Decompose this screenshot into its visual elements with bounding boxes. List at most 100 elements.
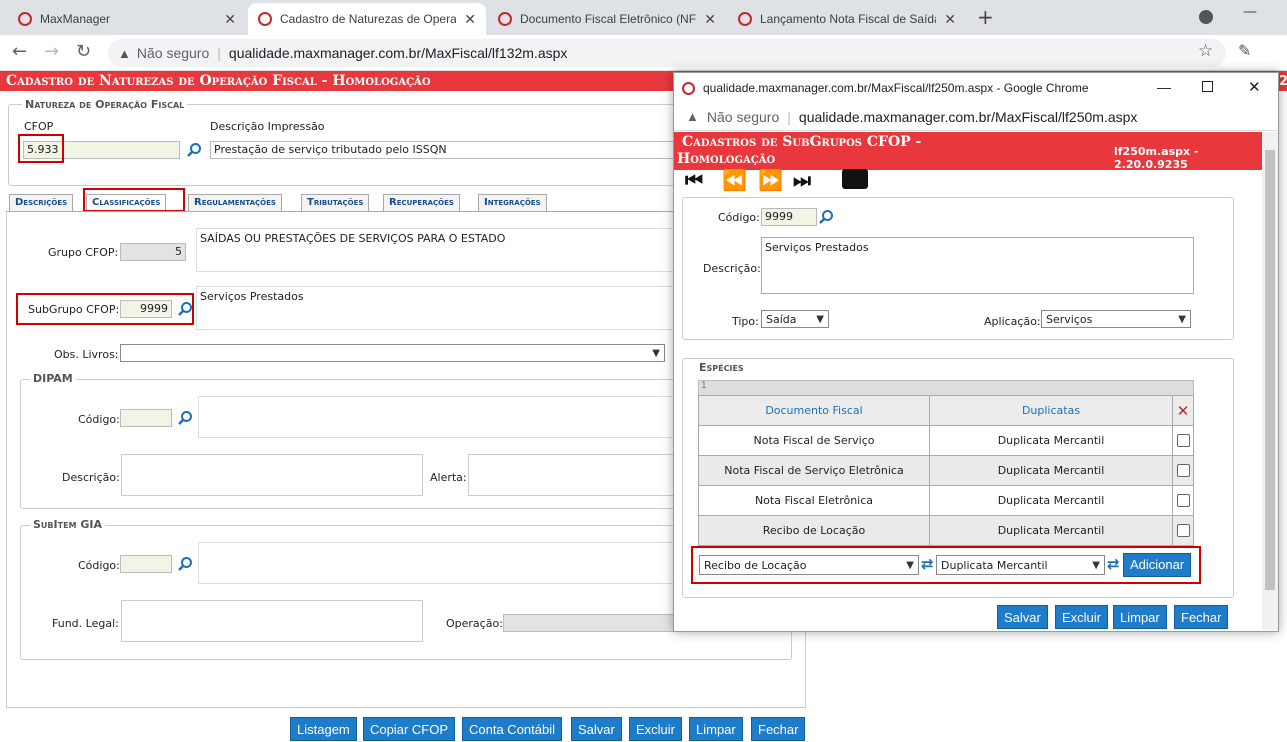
col-documento-fiscal[interactable]: Documento Fiscal: [698, 395, 930, 426]
close-icon[interactable]: ✕: [224, 11, 236, 28]
codigo-input[interactable]: 9999: [761, 208, 817, 226]
tab-label: Cadastro de Naturezas de Opera: [280, 12, 457, 26]
last-record-icon[interactable]: ⏭: [793, 168, 811, 192]
grid-cell-documento: Nota Fiscal Eletrônica: [698, 485, 930, 516]
obs-livros-select[interactable]: ▼: [120, 344, 665, 362]
dipam-alerta-label: Alerta:: [430, 471, 467, 484]
fechar-button[interactable]: Fechar: [1174, 605, 1229, 629]
delete-x-icon[interactable]: ✕: [1172, 395, 1194, 426]
search-icon[interactable]: [177, 556, 193, 572]
gia-fund-legal-textarea[interactable]: [121, 600, 423, 642]
popup-header: Cadastros de SubGrupos CFOP - Homologaçã…: [674, 132, 1262, 171]
refresh-icon[interactable]: ⇄: [1107, 555, 1120, 573]
gia-codigo-input[interactable]: [120, 555, 172, 573]
duplicata-value: Duplicata Mercantil: [941, 558, 1048, 572]
search-icon[interactable]: [818, 209, 834, 225]
col-duplicatas[interactable]: Duplicatas: [929, 395, 1173, 426]
tab-descricoes[interactable]: Descrições: [9, 194, 74, 211]
page-title-fragment: 2: [1279, 74, 1287, 89]
browser-tab[interactable]: MaxManager ✕: [8, 3, 246, 35]
documento-fiscal-select[interactable]: Recibo de Locação ▼: [699, 555, 919, 575]
profile-menu-icon[interactable]: [1199, 10, 1213, 24]
tab-regulamentacoes[interactable]: Regulamentações: [188, 194, 282, 211]
popup-title-line1: Cadastros de SubGrupos CFOP -: [682, 134, 922, 150]
row-checkbox[interactable]: [1176, 524, 1190, 537]
tab-label: Lançamento Nota Fiscal de Saída: [760, 12, 937, 26]
tipo-select[interactable]: Saída ▼: [761, 310, 829, 328]
tab-recuperacoes[interactable]: Recuperações: [383, 194, 460, 211]
gia-fund-legal-label: Fund. Legal:: [52, 617, 119, 630]
tab-tributacoes[interactable]: Tributações: [301, 194, 370, 211]
maximize-icon[interactable]: [1202, 81, 1213, 92]
listagem-button[interactable]: Listagem: [290, 717, 357, 741]
warning-icon: ▲: [686, 109, 699, 124]
copiar-cfop-button[interactable]: Copiar CFOP: [363, 717, 456, 741]
aplicacao-value: Serviços: [1046, 312, 1093, 326]
classificacoes-highlight: [83, 188, 185, 212]
scrollbar[interactable]: [1262, 132, 1278, 630]
maxmanager-favicon-icon: [738, 12, 752, 26]
subgrupo-cfop-input[interactable]: 9999: [120, 300, 172, 318]
divider: |: [787, 108, 791, 125]
browser-tab[interactable]: Lançamento Nota Fiscal de Saída ✕: [728, 3, 966, 35]
tipo-label: Tipo:: [732, 315, 759, 328]
security-label: Não seguro: [706, 108, 780, 125]
back-arrow-icon[interactable]: ←: [12, 41, 27, 62]
fechar-button[interactable]: Fechar: [751, 717, 806, 741]
new-tab-plus-icon[interactable]: +: [977, 5, 994, 29]
tab-integracoes[interactable]: Integrações: [478, 194, 547, 211]
grid-cell-duplicata: Duplicata Mercantil: [929, 425, 1173, 456]
print-icon[interactable]: [842, 169, 868, 189]
excluir-button[interactable]: Excluir: [629, 717, 683, 741]
close-icon[interactable]: ✕: [1248, 78, 1261, 96]
row-checkbox[interactable]: [1176, 494, 1190, 507]
salvar-button[interactable]: Salvar: [571, 717, 622, 741]
row-checkbox[interactable]: [1176, 464, 1190, 477]
forward-arrow-icon[interactable]: →: [44, 41, 59, 62]
search-icon[interactable]: [177, 410, 193, 426]
dipam-alerta-textarea[interactable]: [468, 454, 678, 496]
minimize-icon[interactable]: —: [1243, 4, 1257, 20]
grid-cell-select: [1172, 455, 1194, 486]
close-icon[interactable]: ✕: [944, 11, 956, 28]
previous-record-icon[interactable]: ⏪: [722, 168, 747, 192]
grid-cell-duplicata: Duplicata Mercantil: [929, 485, 1173, 516]
grupo-cfop-descricao: SAÍDAS OU PRESTAÇÕES DE SERVIÇOS PARA O …: [196, 228, 676, 272]
scrollbar-thumb[interactable]: [1265, 150, 1275, 590]
refresh-icon[interactable]: ⇄: [921, 555, 934, 573]
duplicata-select[interactable]: Duplicata Mercantil ▼: [936, 555, 1105, 575]
aplicacao-select[interactable]: Serviços ▼: [1041, 310, 1191, 328]
excluir-button[interactable]: Excluir: [1055, 605, 1109, 629]
star-bookmark-icon[interactable]: ☆: [1198, 41, 1213, 61]
maxmanager-favicon-icon: [258, 12, 272, 26]
descricao-impressao-input[interactable]: Prestação de serviço tributado pelo ISSQ…: [210, 141, 680, 159]
eyedropper-extension-icon[interactable]: ✎: [1238, 41, 1251, 60]
chevron-down-icon: ▼: [1092, 559, 1100, 571]
adicionar-button[interactable]: Adicionar: [1123, 553, 1192, 577]
dipam-descricao-textarea[interactable]: [121, 454, 423, 496]
conta-contabil-button[interactable]: Conta Contábil: [462, 717, 562, 741]
close-icon[interactable]: ✕: [704, 11, 716, 28]
minimize-icon[interactable]: —: [1157, 79, 1171, 95]
chevron-down-icon: ▼: [816, 313, 824, 325]
next-record-icon[interactable]: ⏩: [758, 168, 783, 192]
search-icon[interactable]: [177, 301, 193, 317]
tab-label: Documento Fiscal Eletrônico (NF: [520, 12, 697, 26]
browser-tab-active[interactable]: Cadastro de Naturezas de Opera ✕: [248, 3, 486, 35]
search-icon[interactable]: [186, 142, 202, 158]
browser-tab[interactable]: Documento Fiscal Eletrônico (NF ✕: [488, 3, 726, 35]
limpar-button[interactable]: Limpar: [1113, 605, 1167, 629]
grid-cell-documento: Nota Fiscal de Serviço Eletrônica: [698, 455, 930, 486]
limpar-button[interactable]: Limpar: [689, 717, 743, 741]
row-checkbox[interactable]: [1176, 434, 1190, 447]
grid-cell-documento: Recibo de Locação: [698, 515, 930, 546]
first-record-icon[interactable]: ⏮: [685, 168, 703, 192]
descricao-textarea[interactable]: Serviços Prestados: [761, 237, 1194, 294]
close-icon[interactable]: ✕: [464, 11, 476, 28]
url-bar[interactable]: ▲ Não seguro | qualidade.maxmanager.com.…: [108, 39, 1226, 67]
reload-icon[interactable]: ↻: [76, 41, 91, 62]
salvar-button[interactable]: Salvar: [997, 605, 1048, 629]
grupo-cfop-label: Grupo CFOP:: [48, 246, 119, 259]
dipam-codigo-input[interactable]: [120, 409, 172, 427]
gia-codigo-descricao: [198, 542, 678, 584]
